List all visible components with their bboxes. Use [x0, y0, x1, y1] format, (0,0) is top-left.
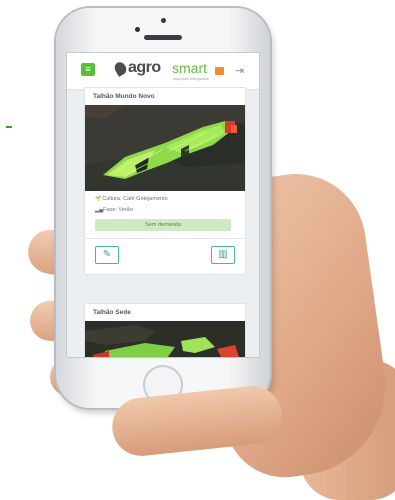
- logout-icon[interactable]: ⇥: [235, 65, 247, 77]
- bar-chart-icon: ▥: [218, 249, 228, 260]
- logo-text-agro: agro: [128, 59, 161, 76]
- camera-sensor: [135, 27, 140, 32]
- logo-badge: [215, 67, 224, 75]
- chart-button[interactable]: ▥: [211, 246, 235, 264]
- field-ndvi-map[interactable]: [85, 105, 245, 191]
- phase-label: Fase: Verão: [103, 207, 133, 213]
- hamburger-menu-icon[interactable]: ≡: [81, 63, 95, 76]
- ndvi-map-image: [85, 321, 245, 357]
- app-header: ≡ agro smart soluções integradas ⇥: [67, 53, 259, 90]
- ndvi-map-image: [85, 105, 245, 191]
- edit-icon: ✎: [102, 249, 112, 260]
- card-divider: [85, 238, 245, 239]
- field-ndvi-map[interactable]: [85, 321, 245, 357]
- smartphone: ≡ agro smart soluções integradas ⇥ Talhã…: [56, 8, 270, 408]
- leaf-icon: [112, 60, 129, 77]
- field-title: Talhão Sede: [93, 309, 131, 316]
- logo-tagline: soluções integradas: [173, 76, 209, 81]
- edit-button[interactable]: ✎: [95, 246, 119, 264]
- field-phase: ▂▄Fase: Verão: [95, 207, 133, 213]
- field-culture: 🌱Cultura: Café Gotejamento: [95, 196, 168, 202]
- field-title: Talhão Mundo Novo: [93, 93, 155, 100]
- demand-status-badge: Sem demanda: [95, 219, 231, 231]
- plant-icon: 🌱: [95, 196, 102, 202]
- field-card[interactable]: Talhão Mundo Novo 🌱Cultura: Café Gotejam…: [84, 87, 246, 275]
- culture-label: Cultura: Café Gotejamento: [102, 196, 168, 202]
- phone-screen: ≡ agro smart soluções integradas ⇥ Talhã…: [66, 52, 260, 358]
- logo-text-smart: smart: [172, 60, 207, 76]
- field-card[interactable]: Talhão Sede: [84, 303, 246, 357]
- earpiece: [144, 35, 182, 40]
- front-camera: [161, 18, 166, 23]
- signal-icon: ▂▄: [95, 207, 104, 213]
- decorative-dash: [6, 126, 12, 128]
